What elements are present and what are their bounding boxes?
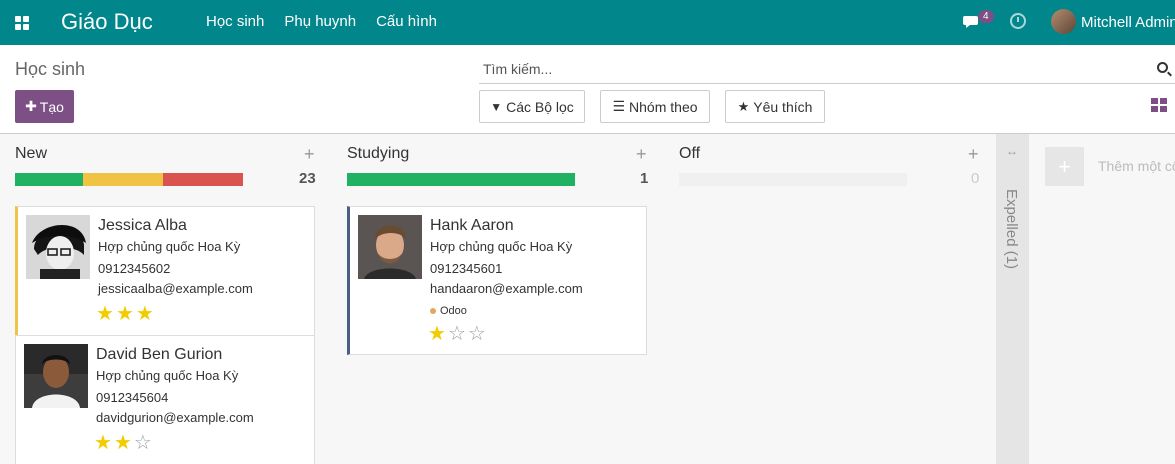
student-email: jessicaalba@example.com xyxy=(98,281,253,296)
star-icon[interactable]: ☆ xyxy=(448,323,468,345)
folded-column-label: Expelled (1) xyxy=(1003,189,1020,270)
group-by-button[interactable]: ☰ Nhóm theo xyxy=(600,90,710,123)
menu-item-parents[interactable]: Phụ huynh xyxy=(284,13,356,30)
search-bar xyxy=(479,57,1175,84)
star-icon[interactable]: ★ xyxy=(136,303,156,325)
control-panel: Học sinh ✚ Tạo ▼ Các Bộ lọc ☰ Nhóm theo … xyxy=(0,45,1175,134)
app-brand[interactable]: Giáo Dục xyxy=(61,9,153,35)
progress-red[interactable] xyxy=(163,173,243,186)
menu-item-config[interactable]: Cấu hình xyxy=(376,13,437,30)
star-icon[interactable]: ☆ xyxy=(134,432,154,454)
star-icon[interactable]: ★ xyxy=(114,432,134,454)
clock-icon[interactable] xyxy=(1010,13,1026,29)
student-photo xyxy=(24,344,88,408)
menu-item-students[interactable]: Học sinh xyxy=(206,13,264,30)
star-icon[interactable]: ★ xyxy=(94,432,114,454)
star-icon[interactable]: ★ xyxy=(96,303,116,325)
favorites-button-label: Yêu thích xyxy=(753,98,813,115)
student-email: handaaron@example.com xyxy=(430,281,583,296)
create-button[interactable]: ✚ Tạo xyxy=(15,90,74,123)
tag-dot-icon xyxy=(430,308,436,315)
create-button-label: Tạo xyxy=(39,98,64,115)
tag-label: Odoo xyxy=(440,305,467,317)
list-icon: ☰ xyxy=(612,98,626,114)
add-column-text[interactable]: Thêm một cột xyxy=(1098,158,1175,174)
column-progress-studying[interactable] xyxy=(347,173,575,186)
filters-button-label: Các Bộ lọc xyxy=(506,98,574,115)
group-by-button-label: Nhóm theo xyxy=(629,98,698,115)
tag-badge: Odoo xyxy=(430,305,467,317)
student-country: Hợp chủng quốc Hoa Kỳ xyxy=(430,239,573,254)
chat-count-badge: 4 xyxy=(978,10,994,23)
student-photo xyxy=(26,215,90,279)
student-photo xyxy=(358,215,422,279)
progress-green[interactable] xyxy=(15,173,84,186)
favorites-button[interactable]: ★ Yêu thích xyxy=(725,90,825,123)
quick-create-icon[interactable]: + xyxy=(304,144,315,165)
plus-icon: ✚ xyxy=(25,98,37,114)
kanban-card[interactable]: David Ben Gurion Hợp chủng quốc Hoa Kỳ 0… xyxy=(15,335,315,464)
column-title-new: New xyxy=(15,145,48,162)
column-title-studying: Studying xyxy=(347,145,410,162)
priority-stars[interactable]: ★★★ xyxy=(96,301,156,326)
quick-create-icon[interactable]: + xyxy=(968,144,979,165)
star-icon[interactable]: ★ xyxy=(116,303,136,325)
quick-create-icon[interactable]: + xyxy=(636,144,647,165)
top-navbar: Giáo Dục Học sinh Phụ huynh Cấu hình 4 M… xyxy=(0,0,1175,45)
student-email: davidgurion@example.com xyxy=(96,410,254,425)
student-name: Hank Aaron xyxy=(430,217,514,234)
student-phone: 0912345602 xyxy=(98,261,171,276)
kanban-card[interactable]: Hank Aaron Hợp chủng quốc Hoa Kỳ 0912345… xyxy=(347,206,647,355)
column-title-off: Off xyxy=(679,145,701,162)
kanban-view-icon[interactable] xyxy=(1151,98,1167,112)
search-icon[interactable] xyxy=(1157,62,1168,73)
student-phone: 0912345601 xyxy=(430,261,503,276)
kanban-card[interactable]: Jessica Alba Hợp chủng quốc Hoa Kỳ 09123… xyxy=(15,206,315,336)
user-name[interactable]: Mitchell Admin xyxy=(1081,14,1175,31)
column-progress-new[interactable] xyxy=(15,173,243,186)
star-icon: ★ xyxy=(737,98,750,114)
add-column-button[interactable]: + xyxy=(1045,147,1084,186)
column-progress-off[interactable] xyxy=(679,173,907,186)
student-name: David Ben Gurion xyxy=(96,346,223,363)
student-name: Jessica Alba xyxy=(98,217,187,234)
star-icon[interactable]: ☆ xyxy=(468,323,488,345)
search-input[interactable] xyxy=(483,61,1143,77)
student-phone: 0912345604 xyxy=(96,390,169,405)
main-menu: Học sinh Phụ huynh Cấu hình xyxy=(206,13,457,30)
apps-menu-icon[interactable] xyxy=(15,16,29,30)
progress-yellow[interactable] xyxy=(83,173,164,186)
column-count-studying: 1 xyxy=(640,170,649,187)
student-country: Hợp chủng quốc Hoa Kỳ xyxy=(96,368,239,383)
unfold-arrows-icon[interactable]: ↔ xyxy=(1006,144,1018,158)
filter-icon: ▼ xyxy=(490,99,503,114)
priority-stars[interactable]: ★☆☆ xyxy=(428,321,488,346)
star-icon[interactable]: ★ xyxy=(428,323,448,345)
user-avatar[interactable] xyxy=(1051,9,1076,34)
page-title: Học sinh xyxy=(15,59,86,79)
column-count-off: 0 xyxy=(971,170,980,187)
progress-green[interactable] xyxy=(347,173,575,186)
folded-column-expelled[interactable]: ↔ Expelled (1) xyxy=(996,134,1029,464)
priority-stars[interactable]: ★★☆ xyxy=(94,430,154,455)
student-country: Hợp chủng quốc Hoa Kỳ xyxy=(98,239,241,254)
filters-button[interactable]: ▼ Các Bộ lọc xyxy=(479,90,585,123)
column-count-new: 23 xyxy=(299,170,316,187)
